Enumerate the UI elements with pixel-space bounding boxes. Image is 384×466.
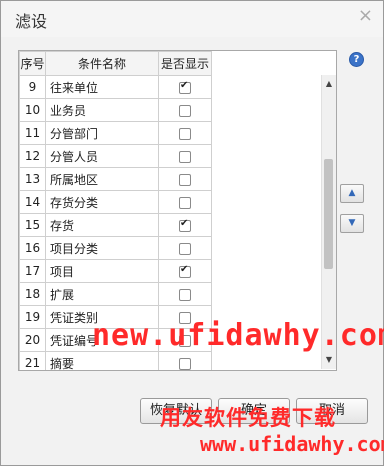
display-checkbox[interactable]: [179, 357, 191, 370]
display-cell: [158, 213, 212, 237]
display-cell: [158, 167, 212, 191]
row-number: 12: [19, 144, 46, 168]
display-cell: [158, 282, 212, 306]
row-number: 9: [19, 75, 46, 99]
row-number: 11: [19, 121, 46, 145]
display-checkbox[interactable]: [179, 127, 191, 140]
display-cell: [158, 190, 212, 214]
condition-name: 分管人员: [45, 144, 159, 168]
display-checkbox[interactable]: [179, 196, 191, 209]
table-row[interactable]: 21 摘要: [19, 351, 212, 370]
move-up-button[interactable]: ▲: [340, 184, 364, 203]
column-header-display[interactable]: 是否显示: [158, 51, 212, 76]
table-row[interactable]: 17 项目: [19, 259, 212, 283]
table-row[interactable]: 14 存货分类: [19, 190, 212, 214]
display-cell: [158, 236, 212, 260]
table-row[interactable]: 15 存货: [19, 213, 212, 237]
filter-settings-dialog: 滤设 × ? 序号 条件名称 是否显示 9往来单位10业务员11分管部门12分管…: [0, 0, 384, 466]
row-number: 10: [19, 98, 46, 122]
scroll-down-arrow-icon[interactable]: ▼: [322, 353, 336, 367]
condition-name: 存货: [45, 213, 159, 237]
display-checkbox[interactable]: [179, 242, 191, 255]
column-header-condition-name[interactable]: 条件名称: [45, 51, 159, 76]
display-checkbox[interactable]: [179, 80, 191, 94]
scroll-up-arrow-icon[interactable]: ▲: [322, 77, 336, 91]
display-cell: [158, 121, 212, 145]
row-number: 19: [19, 305, 46, 329]
row-number: 21: [19, 351, 46, 370]
condition-name: 分管部门: [45, 121, 159, 145]
display-checkbox[interactable]: [179, 264, 191, 278]
table-header-row: 序号 条件名称 是否显示: [19, 51, 212, 76]
table-row[interactable]: 9 往来单位: [19, 75, 212, 99]
display-checkbox[interactable]: [179, 150, 191, 163]
condition-name: 摘要: [45, 351, 159, 370]
help-icon[interactable]: ?: [349, 52, 364, 67]
display-checkbox[interactable]: [179, 173, 191, 186]
display-cell: [158, 98, 212, 122]
row-number: 20: [19, 328, 46, 352]
table-row[interactable]: 13 所属地区: [19, 167, 212, 191]
condition-name: 扩展: [45, 282, 159, 306]
row-number: 14: [19, 190, 46, 214]
display-cell: [158, 144, 212, 168]
display-cell: [158, 351, 212, 370]
row-number: 17: [19, 259, 46, 283]
condition-name: 项目: [45, 259, 159, 283]
condition-name: 项目分类: [45, 236, 159, 260]
display-checkbox[interactable]: [179, 104, 191, 117]
display-cell: [158, 75, 212, 99]
table-row[interactable]: 10 业务员: [19, 98, 212, 122]
title-bar: 滤设 ×: [1, 1, 383, 37]
scrollbar-thumb[interactable]: [324, 159, 333, 269]
table-row[interactable]: 12 分管人员: [19, 144, 212, 168]
row-number: 18: [19, 282, 46, 306]
move-down-button[interactable]: ▼: [340, 214, 364, 233]
condition-name: 存货分类: [45, 190, 159, 214]
dialog-title: 滤设: [15, 12, 48, 31]
table-row[interactable]: 11 分管部门: [19, 121, 212, 145]
condition-name: 往来单位: [45, 75, 159, 99]
display-cell: [158, 259, 212, 283]
condition-name: 业务员: [45, 98, 159, 122]
table-row[interactable]: 16 项目分类: [19, 236, 212, 260]
table-row[interactable]: 18 扩展: [19, 282, 212, 306]
row-number: 16: [19, 236, 46, 260]
close-icon[interactable]: ×: [358, 5, 373, 26]
condition-name: 所属地区: [45, 167, 159, 191]
watermark-url-2: www.ufidawhy.com: [200, 432, 384, 456]
row-number: 13: [19, 167, 46, 191]
column-header-number[interactable]: 序号: [19, 51, 46, 76]
watermark-url-1: new.ufidawhy.com: [92, 318, 384, 353]
display-checkbox[interactable]: [179, 218, 191, 232]
watermark-slogan: 用友软件免费下载: [160, 406, 336, 430]
row-number: 15: [19, 213, 46, 237]
display-checkbox[interactable]: [179, 288, 191, 301]
